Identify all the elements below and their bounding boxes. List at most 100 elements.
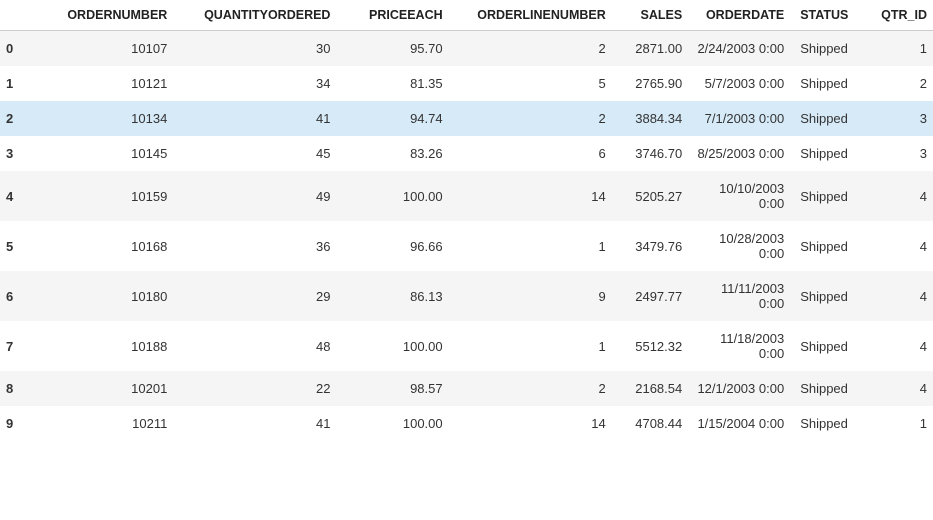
table-row: 71018848100.0015512.3211/18/2003 0:00Shi… — [0, 321, 933, 371]
cell-orderlinenumber: 2 — [449, 371, 612, 406]
cell-quantityordered: 36 — [173, 221, 336, 271]
cell-ordernumber: 10188 — [31, 321, 174, 371]
table-row: 8102012298.5722168.5412/1/2003 0:00Shipp… — [0, 371, 933, 406]
cell-priceeach: 83.26 — [336, 136, 448, 171]
col-header-qtrid: QTR_ID — [867, 0, 933, 31]
cell-sales: 4708.44 — [612, 406, 688, 441]
cell-priceeach: 94.74 — [336, 101, 448, 136]
cell-status: Shipped — [790, 66, 866, 101]
cell-orderlinenumber: 1 — [449, 221, 612, 271]
cell-ordernumber: 10107 — [31, 31, 174, 67]
cell-quantityordered: 30 — [173, 31, 336, 67]
cell-ordernumber: 10121 — [31, 66, 174, 101]
cell-index: 5 — [0, 221, 31, 271]
cell-qtrid: 4 — [867, 171, 933, 221]
cell-status: Shipped — [790, 171, 866, 221]
cell-orderdate: 8/25/2003 0:00 — [688, 136, 790, 171]
table-row: 5101683696.6613479.7610/28/2003 0:00Ship… — [0, 221, 933, 271]
cell-priceeach: 100.00 — [336, 171, 448, 221]
cell-priceeach: 96.66 — [336, 221, 448, 271]
cell-qtrid: 4 — [867, 371, 933, 406]
cell-qtrid: 1 — [867, 31, 933, 67]
cell-qtrid: 3 — [867, 101, 933, 136]
cell-priceeach: 100.00 — [336, 406, 448, 441]
cell-sales: 2497.77 — [612, 271, 688, 321]
cell-index: 6 — [0, 271, 31, 321]
cell-quantityordered: 34 — [173, 66, 336, 101]
table-row: 1101213481.3552765.905/7/2003 0:00Shippe… — [0, 66, 933, 101]
cell-status: Shipped — [790, 321, 866, 371]
col-header-ordernumber: ORDERNUMBER — [31, 0, 174, 31]
cell-quantityordered: 22 — [173, 371, 336, 406]
cell-quantityordered: 41 — [173, 406, 336, 441]
cell-qtrid: 4 — [867, 221, 933, 271]
cell-orderdate: 7/1/2003 0:00 — [688, 101, 790, 136]
cell-orderdate: 5/7/2003 0:00 — [688, 66, 790, 101]
cell-quantityordered: 29 — [173, 271, 336, 321]
cell-sales: 3479.76 — [612, 221, 688, 271]
data-table: ORDERNUMBER QUANTITYORDERED PRICEEACH OR… — [0, 0, 933, 441]
table-row: 0101073095.7022871.002/24/2003 0:00Shipp… — [0, 31, 933, 67]
cell-orderdate: 11/18/2003 0:00 — [688, 321, 790, 371]
cell-ordernumber: 10145 — [31, 136, 174, 171]
cell-orderdate: 1/15/2004 0:00 — [688, 406, 790, 441]
cell-quantityordered: 48 — [173, 321, 336, 371]
cell-orderlinenumber: 2 — [449, 101, 612, 136]
cell-status: Shipped — [790, 406, 866, 441]
cell-priceeach: 95.70 — [336, 31, 448, 67]
cell-status: Shipped — [790, 271, 866, 321]
cell-sales: 3746.70 — [612, 136, 688, 171]
cell-orderlinenumber: 1 — [449, 321, 612, 371]
col-header-priceeach: PRICEEACH — [336, 0, 448, 31]
cell-ordernumber: 10159 — [31, 171, 174, 221]
cell-ordernumber: 10211 — [31, 406, 174, 441]
cell-orderlinenumber: 5 — [449, 66, 612, 101]
cell-quantityordered: 49 — [173, 171, 336, 221]
cell-quantityordered: 45 — [173, 136, 336, 171]
table-body: 0101073095.7022871.002/24/2003 0:00Shipp… — [0, 31, 933, 442]
table-row: 6101802986.1392497.7711/11/2003 0:00Ship… — [0, 271, 933, 321]
cell-status: Shipped — [790, 221, 866, 271]
cell-qtrid: 2 — [867, 66, 933, 101]
col-header-sales: SALES — [612, 0, 688, 31]
cell-sales: 2765.90 — [612, 66, 688, 101]
cell-quantityordered: 41 — [173, 101, 336, 136]
cell-orderlinenumber: 6 — [449, 136, 612, 171]
col-header-index — [0, 0, 31, 31]
cell-ordernumber: 10201 — [31, 371, 174, 406]
cell-index: 7 — [0, 321, 31, 371]
cell-priceeach: 81.35 — [336, 66, 448, 101]
cell-sales: 3884.34 — [612, 101, 688, 136]
cell-index: 0 — [0, 31, 31, 67]
cell-sales: 5512.32 — [612, 321, 688, 371]
cell-index: 3 — [0, 136, 31, 171]
cell-sales: 2168.54 — [612, 371, 688, 406]
cell-index: 9 — [0, 406, 31, 441]
cell-status: Shipped — [790, 371, 866, 406]
cell-orderlinenumber: 14 — [449, 406, 612, 441]
cell-index: 1 — [0, 66, 31, 101]
col-header-status: STATUS — [790, 0, 866, 31]
cell-orderdate: 10/10/2003 0:00 — [688, 171, 790, 221]
cell-orderdate: 12/1/2003 0:00 — [688, 371, 790, 406]
col-header-orderdate: ORDERDATE — [688, 0, 790, 31]
table-row: 91021141100.00144708.441/15/2004 0:00Shi… — [0, 406, 933, 441]
cell-sales: 2871.00 — [612, 31, 688, 67]
col-header-quantityordered: QUANTITYORDERED — [173, 0, 336, 31]
cell-status: Shipped — [790, 136, 866, 171]
cell-status: Shipped — [790, 31, 866, 67]
cell-index: 8 — [0, 371, 31, 406]
cell-priceeach: 86.13 — [336, 271, 448, 321]
cell-qtrid: 4 — [867, 321, 933, 371]
cell-index: 4 — [0, 171, 31, 221]
cell-ordernumber: 10180 — [31, 271, 174, 321]
table-row: 2101344194.7423884.347/1/2003 0:00Shippe… — [0, 101, 933, 136]
cell-qtrid: 1 — [867, 406, 933, 441]
table-row: 41015949100.00145205.2710/10/2003 0:00Sh… — [0, 171, 933, 221]
cell-sales: 5205.27 — [612, 171, 688, 221]
cell-orderlinenumber: 14 — [449, 171, 612, 221]
cell-orderlinenumber: 2 — [449, 31, 612, 67]
cell-ordernumber: 10134 — [31, 101, 174, 136]
cell-orderdate: 10/28/2003 0:00 — [688, 221, 790, 271]
cell-index: 2 — [0, 101, 31, 136]
